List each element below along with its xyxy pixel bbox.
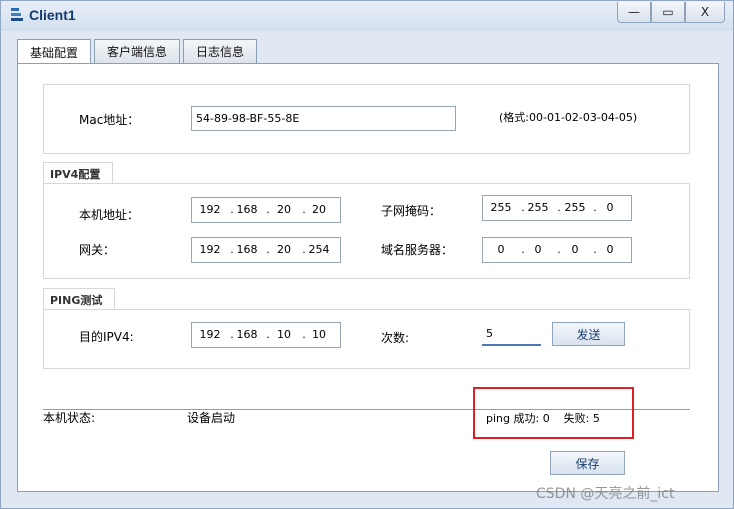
ipv4-section: 本机地址： 192 . 168 . 20 . 20 子网掩码： 255 . 25… bbox=[43, 183, 690, 279]
octet: 0 bbox=[534, 243, 542, 256]
subnet-mask-label: 子网掩码： bbox=[381, 204, 442, 218]
close-button[interactable]: X bbox=[685, 2, 725, 23]
dns-server-label: 域名服务器： bbox=[381, 243, 454, 257]
octet: 192 bbox=[199, 328, 221, 341]
tab-log-info[interactable]: 日志信息 bbox=[183, 39, 258, 63]
client-app-icon bbox=[11, 8, 23, 21]
dest-ipv4-field[interactable]: 192 . 168 . 10 . 10 bbox=[191, 322, 341, 348]
octet: 192 bbox=[199, 243, 221, 256]
window-title: Client1 bbox=[29, 7, 76, 23]
mac-label: Mac地址： bbox=[79, 113, 140, 127]
gateway-label: 网关： bbox=[79, 243, 116, 257]
octet: 0 bbox=[497, 243, 505, 256]
local-address-label: 本机地址： bbox=[79, 208, 140, 222]
octet: 255 bbox=[490, 201, 512, 214]
send-button[interactable]: 发送 bbox=[552, 322, 625, 346]
device-status-value: 设备启动 bbox=[187, 411, 236, 425]
octet: 168 bbox=[236, 203, 258, 216]
client-window: Client1 — ▭ X 基础配置 客户端信息 日志信息 Mac地址： 54-… bbox=[0, 0, 734, 509]
octet: 0 bbox=[606, 243, 614, 256]
gateway-field[interactable]: 192 . 168 . 20 . 254 bbox=[191, 237, 341, 263]
dest-ipv4-label: 目的IPV4: bbox=[79, 330, 134, 344]
maximize-button[interactable]: ▭ bbox=[651, 2, 685, 23]
octet: 255 bbox=[527, 201, 549, 214]
octet: 168 bbox=[236, 243, 258, 256]
octet: 168 bbox=[236, 328, 258, 341]
title-bar[interactable]: Client1 — ▭ X bbox=[1, 1, 733, 31]
csdn-watermark: CSDN @天亮之前_ict bbox=[536, 486, 675, 502]
tab-basic-config[interactable]: 基础配置 bbox=[17, 39, 92, 64]
octet: 20 bbox=[277, 203, 291, 216]
ping-group-title: PING测试 bbox=[43, 288, 116, 310]
save-button[interactable]: 保存 bbox=[550, 451, 625, 475]
octet: 20 bbox=[312, 203, 326, 216]
octet: 10 bbox=[312, 328, 326, 341]
ping-count-label: 次数: bbox=[381, 331, 410, 345]
ping-result-highlight bbox=[473, 387, 634, 439]
mac-format-hint: (格式:00-01-02-03-04-05) bbox=[499, 111, 638, 124]
device-status-label: 本机状态: bbox=[43, 411, 96, 425]
local-address-field[interactable]: 192 . 168 . 20 . 20 bbox=[191, 197, 341, 223]
ping-count-input[interactable]: 5 bbox=[482, 322, 541, 346]
mac-address-field[interactable]: 54-89-98-BF-55-8E bbox=[191, 106, 456, 131]
basic-config-panel: Mac地址： 54-89-98-BF-55-8E (格式:00-01-02-03… bbox=[17, 63, 719, 492]
octet: 254 bbox=[308, 243, 330, 256]
minimize-button[interactable]: — bbox=[617, 2, 651, 23]
dns-server-field[interactable]: 0 . 0 . 0 . 0 bbox=[482, 237, 632, 263]
octet: 10 bbox=[277, 328, 291, 341]
subnet-mask-field[interactable]: 255 . 255 . 255 . 0 bbox=[482, 195, 632, 221]
octet: 0 bbox=[606, 201, 614, 214]
octet: 255 bbox=[564, 201, 586, 214]
octet: 20 bbox=[277, 243, 291, 256]
octet: 0 bbox=[571, 243, 579, 256]
tab-strip: 基础配置 客户端信息 日志信息 bbox=[17, 39, 260, 64]
octet: 192 bbox=[199, 203, 221, 216]
mac-section: Mac地址： 54-89-98-BF-55-8E (格式:00-01-02-03… bbox=[43, 84, 690, 154]
tab-client-info[interactable]: 客户端信息 bbox=[94, 39, 181, 63]
ping-section: 目的IPV4: 192 . 168 . 10 . 10 次数: 5 发送 bbox=[43, 309, 690, 369]
ipv4-group-title: IPV4配置 bbox=[43, 162, 114, 184]
